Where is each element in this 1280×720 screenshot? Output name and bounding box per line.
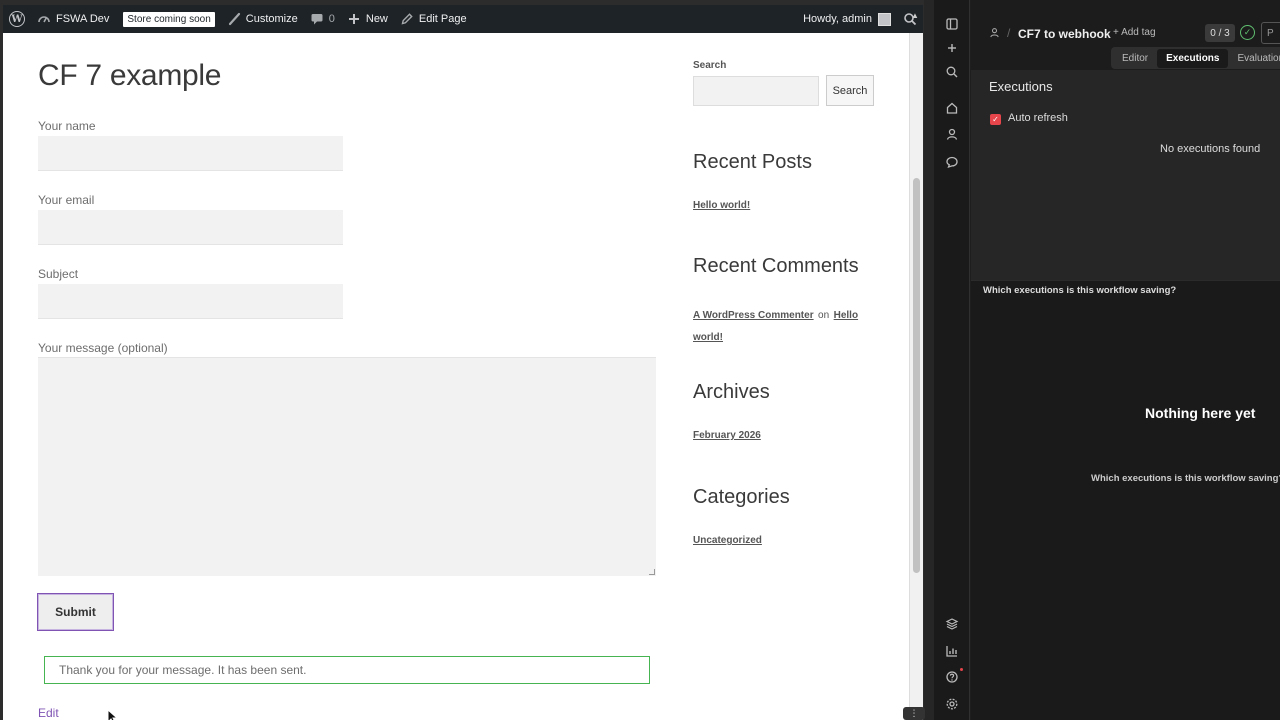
nothing-here-heading: Nothing here yet (1145, 405, 1256, 421)
admin-bar-right: Howdy, admin (797, 5, 923, 33)
auto-refresh-checkbox[interactable]: ✓ (990, 114, 1001, 125)
edit-page-link[interactable]: Edit Page (394, 5, 473, 33)
user-icon[interactable] (945, 127, 959, 141)
submit-button[interactable]: Submit (37, 593, 114, 631)
customize-label: Customize (245, 13, 298, 25)
executions-list-panel: Executions ✓ Auto refresh No executions … (971, 70, 1280, 280)
store-coming-soon-link[interactable]: Store coming soon (115, 5, 220, 33)
wordpress-logo-icon: W (9, 11, 25, 27)
scroll-up-arrow-icon[interactable]: ▲ (911, 11, 919, 20)
wp-logo-menu[interactable]: W (3, 5, 31, 33)
execution-saving-question-link-2[interactable]: Which executions is this workflow saving… (1091, 473, 1280, 484)
category-link[interactable]: Uncategorized (693, 535, 762, 546)
pane-divider[interactable] (924, 0, 934, 720)
your-name-input[interactable] (38, 136, 343, 171)
wp-admin-bar: W FSWA Dev Store coming soon Customize 0… (3, 5, 923, 33)
execution-saving-question-link[interactable]: Which executions is this workflow saving… (983, 285, 1176, 296)
tab-evaluations[interactable]: Evaluations (1228, 49, 1280, 68)
comments-count: 0 (328, 13, 335, 25)
wordpress-frame: W FSWA Dev Store coming soon Customize 0… (3, 5, 923, 720)
settings-gear-icon[interactable] (945, 697, 959, 711)
categories-title: Categories (693, 486, 790, 508)
form-response-message: Thank you for your message. It has been … (44, 656, 650, 684)
comment-on-text: on (818, 310, 830, 321)
your-name-label: Your name (38, 119, 96, 133)
plus-icon[interactable] (945, 41, 959, 55)
insights-chart-icon[interactable] (945, 644, 959, 658)
no-executions-message: No executions found (1160, 143, 1261, 155)
templates-icon[interactable] (945, 617, 959, 631)
n8n-header: / CF7 to webhook + Add tag 0 / 3 ✓ P Edi… (971, 0, 1280, 70)
recent-post-link[interactable]: Hello world! (693, 200, 750, 211)
your-email-input[interactable] (38, 210, 343, 245)
new-label: New (365, 13, 388, 25)
recent-posts-title: Recent Posts (693, 151, 812, 173)
page-title: CF 7 example (38, 59, 222, 92)
avatar (878, 12, 891, 26)
paintbrush-icon (227, 12, 241, 26)
browser-pane-n8n: / CF7 to webhook + Add tag 0 / 3 ✓ P Edi… (934, 0, 1280, 720)
admin-bar-search[interactable] (897, 5, 923, 33)
recent-comments-title: Recent Comments (693, 255, 859, 277)
tab-executions[interactable]: Executions (1157, 48, 1229, 68)
publish-button[interactable]: P (1261, 22, 1280, 44)
workflow-name[interactable]: CF7 to webhook (1018, 27, 1111, 41)
n8n-sidebar-rail (934, 0, 970, 720)
plus-icon (347, 12, 361, 26)
pencil-icon (400, 12, 414, 26)
customize-link[interactable]: Customize (221, 5, 304, 33)
workflow-counter-badge: 0 / 3 (1205, 24, 1235, 42)
notification-dot (960, 668, 963, 671)
page-scrollbar-thumb[interactable] (913, 178, 920, 573)
personal-project-icon[interactable] (989, 27, 1001, 39)
more-options-icon[interactable]: ⋮ (903, 707, 925, 720)
execution-detail-panel: Which executions is this workflow saving… (971, 280, 1280, 720)
sidebar-search-label: Search (693, 60, 727, 71)
browser-pane-wordpress: W FSWA Dev Store coming soon Customize 0… (0, 0, 924, 720)
your-email-label: Your email (38, 193, 95, 207)
site-name-menu[interactable]: FSWA Dev (31, 5, 115, 33)
tab-editor[interactable]: Editor (1113, 49, 1157, 68)
page-scrollbar[interactable] (909, 33, 923, 720)
n8n-main: / CF7 to webhook + Add tag 0 / 3 ✓ P Edi… (971, 0, 1280, 720)
sidebar-toggle-icon[interactable] (945, 17, 959, 31)
chat-icon[interactable] (945, 155, 959, 169)
comment-post-link[interactable]: Hello (834, 310, 858, 321)
site-name: FSWA Dev (56, 13, 110, 25)
comments-link[interactable]: 0 (304, 5, 341, 33)
search-icon[interactable] (945, 65, 959, 79)
executions-title: Executions (989, 79, 1053, 94)
your-message-textarea[interactable] (38, 357, 656, 576)
subject-input[interactable] (38, 284, 343, 319)
sidebar-search-input[interactable] (693, 76, 819, 106)
help-icon[interactable] (945, 670, 959, 684)
subject-label: Subject (38, 267, 79, 281)
your-message-label: Your message (optional) (38, 341, 168, 355)
comment-author-link[interactable]: A WordPress Commenter (693, 310, 814, 321)
archive-link[interactable]: February 2026 (693, 430, 761, 441)
resize-grip-icon[interactable] (649, 569, 655, 575)
screen: W FSWA Dev Store coming soon Customize 0… (0, 0, 1280, 720)
store-coming-soon-badge: Store coming soon (123, 11, 215, 27)
new-content-menu[interactable]: New (341, 5, 394, 33)
edit-post-link[interactable]: Edit (38, 706, 59, 720)
breadcrumb-separator: / (1007, 26, 1011, 40)
sidebar-search-button[interactable]: Search (826, 75, 874, 106)
view-tabs: Editor Executions Evaluations (1111, 47, 1280, 69)
edit-page-label: Edit Page (418, 13, 467, 25)
page-content: CF 7 example Your name Your email Subjec… (3, 33, 908, 720)
dashboard-gauge-icon (37, 12, 51, 26)
saved-check-icon: ✓ (1240, 25, 1255, 40)
home-icon[interactable] (945, 101, 959, 115)
auto-refresh-label[interactable]: Auto refresh (1008, 112, 1068, 124)
comment-post-link-cont[interactable]: world! (693, 332, 723, 343)
my-account-menu[interactable]: Howdy, admin (797, 5, 897, 33)
howdy-label: Howdy, admin (803, 13, 872, 25)
comment-bubble-icon (310, 12, 324, 26)
recent-comment-item: A WordPress Commenter on Hello world! (693, 304, 873, 348)
archives-title: Archives (693, 381, 770, 403)
add-tag-button[interactable]: + Add tag (1113, 27, 1156, 38)
